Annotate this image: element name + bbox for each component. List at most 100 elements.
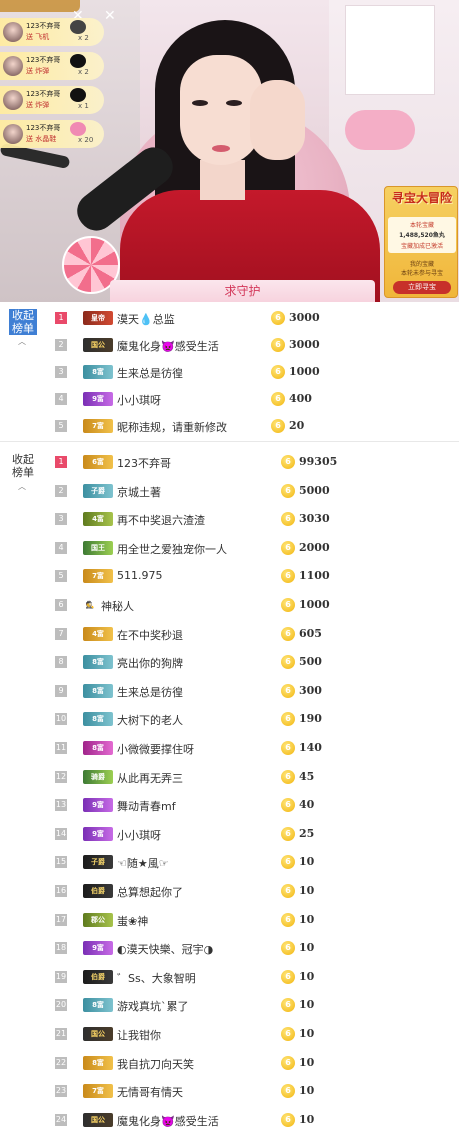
rank-row[interactable]: 14 9富 小小琪呀 6 25: [0, 820, 459, 848]
rank-row[interactable]: 1 皇帝 漠天💧总监 6 3000: [0, 304, 459, 332]
rank-row[interactable]: 12 骑爵 从此再无弄三 6 45: [0, 763, 459, 791]
nickname[interactable]: 大树下的老人: [117, 712, 183, 728]
gift-count: x 1: [78, 102, 89, 110]
guard-button[interactable]: 求守护: [110, 280, 375, 302]
rank-row[interactable]: 22 8富 我自抗刀向天笑 6 10: [0, 1049, 459, 1077]
contribution-value: 10: [299, 884, 315, 897]
rank-number: 1: [55, 312, 67, 324]
treasure-amount: 1,488,520鱼丸: [399, 232, 445, 239]
gift-item: 123不弃哥 送 炸弹 x 1: [0, 86, 104, 114]
coin-icon: 6: [281, 569, 295, 584]
coin-icon: 6: [271, 338, 285, 352]
nickname[interactable]: 从此再无弄三: [117, 770, 183, 786]
level-badge: 子爵: [83, 855, 113, 870]
live-video[interactable]: ✕ ✕ 123不弃哥 送 飞机 x 2 123不弃哥 送 炸弹 x 2 123不…: [0, 0, 459, 302]
level-badge: 7富: [83, 569, 113, 584]
rank-row[interactable]: 1 6富 123不弃哥 6 99305: [0, 448, 459, 476]
rank-row[interactable]: 2 子爵 京城土著 6 5000: [0, 477, 459, 505]
treasure-hunt-widget[interactable]: 寻宝大冒险 本轮宝藏 1,488,520鱼丸 宝藏加成已激活 我的宝藏 本轮未参…: [384, 186, 458, 298]
rank-row[interactable]: 7 4富 在不中奖秒退 6 605: [0, 620, 459, 648]
level-badge: 国公: [83, 338, 113, 352]
rank-row[interactable]: 5 7富 511.975 6 1100: [0, 562, 459, 590]
bomb-icon: [70, 54, 86, 68]
nickname[interactable]: 小小琪呀: [117, 827, 161, 843]
contribution-value: 1100: [299, 569, 330, 583]
nickname[interactable]: ゛Ss、大象智明: [117, 970, 196, 986]
nickname[interactable]: 123不弃哥: [117, 455, 171, 471]
nickname[interactable]: 小微微要撑住呀: [117, 741, 194, 757]
coin-icon: 6: [281, 769, 295, 784]
coin-icon: 6: [281, 598, 295, 612]
nickname[interactable]: 舞动青春mf: [117, 798, 176, 814]
rank-row[interactable]: 11 8富 小微微要撑住呀 6 140: [0, 734, 459, 762]
contribution-value: 10: [299, 941, 315, 955]
contribution-value: 99305: [299, 455, 338, 468]
gift-user: 123不弃哥: [26, 56, 61, 64]
rank-row[interactable]: 13 9富 舞动青春mf 6 40: [0, 791, 459, 819]
nickname[interactable]: 魔鬼化身👿感受生活: [117, 1113, 219, 1129]
rank-row[interactable]: 9 8富 生来总是彷徨 6 300: [0, 677, 459, 705]
rank-row[interactable]: 20 8富 游戏真坑`累了 6 10: [0, 991, 459, 1019]
coin-icon: 6: [281, 1055, 295, 1070]
rank-row[interactable]: 6 🕵 神秘人 6 1000: [0, 591, 459, 619]
rank-number: 2: [55, 484, 67, 497]
rank-row[interactable]: 8 8富 亮出你的狗牌 6 500: [0, 648, 459, 676]
nickname[interactable]: 让我钳你: [117, 1027, 161, 1043]
nickname[interactable]: 神秘人: [101, 598, 134, 614]
rank-row[interactable]: 4 9富 小小琪呀 6 400: [0, 385, 459, 413]
rank-row[interactable]: 3 4富 再不中奖退六渣渣 6 3030: [0, 505, 459, 533]
rank-row[interactable]: 18 9富 ◐漠天快樂、冠宇◑ 6 10: [0, 934, 459, 962]
coin-icon: 6: [281, 540, 295, 555]
rank-row[interactable]: 2 国公 魔鬼化身👿感受生活 6 3000: [0, 331, 459, 359]
level-badge: 8富: [83, 741, 113, 755]
contribution-value: 5000: [299, 483, 330, 497]
rank-row[interactable]: 17 郡公 蚩❀神 6 10: [0, 906, 459, 934]
rank-number: 9: [55, 684, 67, 697]
nickname[interactable]: 京城土著: [117, 484, 161, 500]
rank-row[interactable]: 21 国公 让我钳你 6 10: [0, 1020, 459, 1048]
rank-number: 19: [55, 970, 67, 983]
rank-row[interactable]: 23 7富 无情哥有情天 6 10: [0, 1077, 459, 1105]
contribution-value: 10: [299, 912, 315, 926]
nickname[interactable]: 漠天💧总监: [117, 311, 175, 327]
treasure-bonus: 宝藏加成已激活: [400, 243, 443, 250]
nickname[interactable]: 总算想起你了: [117, 884, 183, 900]
rank-row[interactable]: 4 国王 用全世之爱独宠你一人 6 2000: [0, 534, 459, 562]
rank-row[interactable]: 3 8富 生来总是彷徨 6 1000: [0, 358, 459, 386]
rank-row[interactable]: 10 8富 大树下的老人 6 190: [0, 705, 459, 733]
nickname[interactable]: 在不中奖秒退: [117, 627, 183, 643]
rank-number: 3: [55, 513, 67, 526]
nickname[interactable]: 生来总是彷徨: [117, 365, 183, 381]
level-badge: 国公: [83, 1112, 113, 1127]
nickname[interactable]: 魔鬼化身👿感受生活: [117, 338, 219, 354]
coin-icon: 6: [281, 998, 295, 1013]
nickname[interactable]: 游戏真坑`累了: [117, 998, 189, 1014]
level-badge: 9富: [83, 941, 113, 956]
nickname[interactable]: 生来总是彷徨: [117, 684, 183, 700]
contribution-value: 20: [289, 419, 305, 432]
rank-row[interactable]: 16 伯爵 总算想起你了 6 10: [0, 877, 459, 905]
rank-row[interactable]: 24 国公 魔鬼化身👿感受生活 6 10: [0, 1106, 459, 1134]
coin-icon: 6: [281, 826, 295, 841]
contribution-value: 1000: [299, 598, 330, 611]
rank-row[interactable]: 5 7富 昵称违规，请重新修改 6 20: [0, 412, 459, 440]
nickname[interactable]: ◐漠天快樂、冠宇◑: [117, 941, 213, 957]
contribution-value: 10: [299, 855, 315, 869]
nickname[interactable]: 亮出你的狗牌: [117, 655, 183, 671]
nickname[interactable]: 我自抗刀向天笑: [117, 1056, 194, 1072]
coin-icon: 6: [281, 1112, 295, 1127]
rank-row[interactable]: 15 子爵 ☜随★風☞ 6 10: [0, 848, 459, 876]
nickname[interactable]: 无情哥有情天: [117, 1084, 183, 1100]
coin-icon: 6: [281, 941, 295, 956]
nickname[interactable]: ☜随★風☞: [117, 855, 169, 871]
nickname[interactable]: 昵称违规，请重新修改: [117, 419, 227, 435]
nickname[interactable]: 再不中奖退六渣渣: [117, 512, 205, 528]
nickname[interactable]: 511.975: [117, 569, 163, 582]
treasure-hunt-button[interactable]: 立即寻宝: [393, 281, 451, 294]
level-badge: 子爵: [83, 483, 113, 498]
nickname[interactable]: 蚩❀神: [117, 913, 148, 929]
nickname[interactable]: 小小琪呀: [117, 392, 161, 408]
nickname[interactable]: 用全世之爱独宠你一人: [117, 541, 227, 557]
rank-number: 17: [55, 913, 67, 926]
rank-row[interactable]: 19 伯爵 ゛Ss、大象智明 6 10: [0, 963, 459, 991]
